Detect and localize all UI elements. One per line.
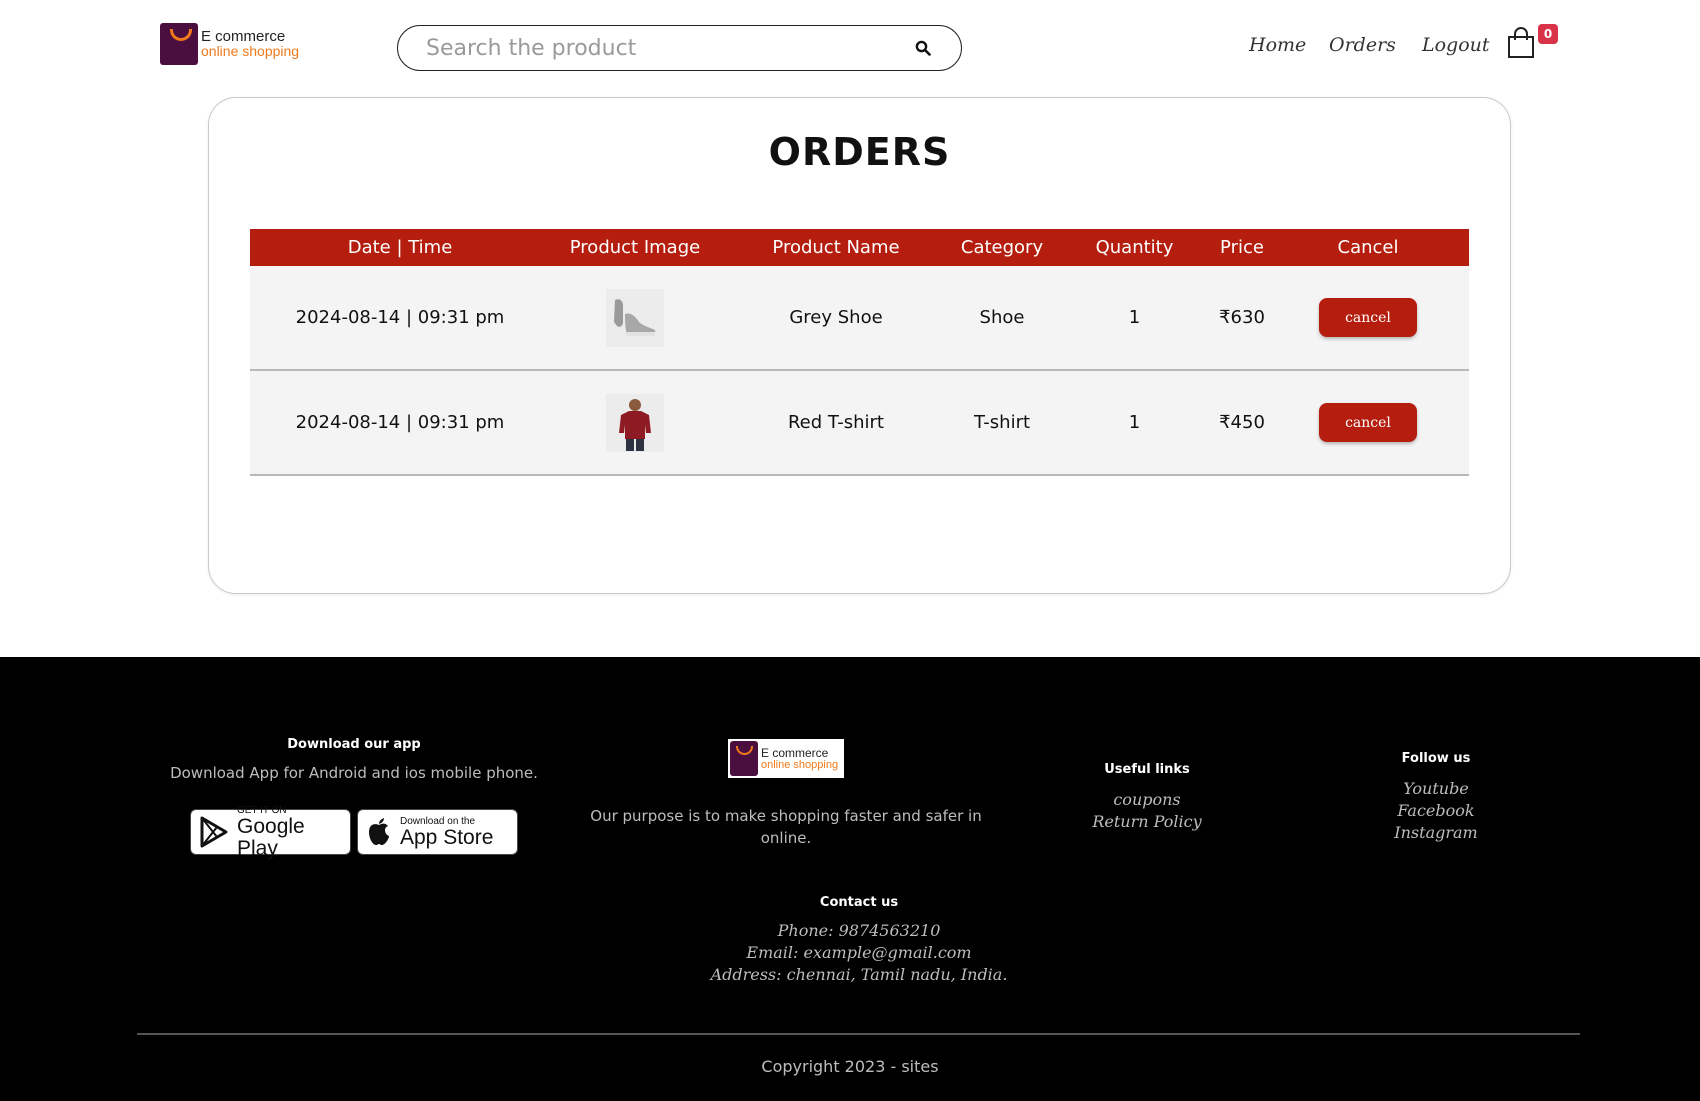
grey-shoe-thumbnail[interactable] [606, 288, 664, 347]
search-input[interactable] [426, 35, 913, 61]
nav-logout-link[interactable]: Logout [1422, 34, 1490, 56]
nav-orders-link[interactable]: Orders [1329, 34, 1396, 56]
cart-count-badge: 0 [1538, 24, 1558, 44]
table-row: 2024-08-14 | 09:31 pm Grey Shoe Shoe 1 ₹… [250, 266, 1469, 371]
product-name: Grey Shoe [789, 307, 883, 328]
product-quantity: 1 [1128, 412, 1141, 433]
contact-phone: Phone: 9874563210 [777, 921, 941, 940]
product-price: ₹450 [1219, 412, 1265, 433]
cancel-order-button[interactable]: cancel [1319, 403, 1417, 442]
column-header: Category [960, 237, 1044, 258]
orders-card: ORDERS Date | Time Product Image Product… [208, 97, 1511, 594]
product-quantity: 1 [1128, 307, 1141, 328]
column-header: Cancel [1337, 237, 1399, 258]
orders-table: Date | Time Product Image Product Name C… [250, 229, 1469, 476]
search-bar [397, 25, 962, 71]
coupons-link[interactable]: coupons [1047, 790, 1247, 809]
about-text: Our purpose is to make shopping faster a… [590, 807, 982, 847]
app-store-button[interactable]: Download on the App Store [357, 809, 518, 855]
follow-us-heading: Follow us [1401, 751, 1471, 766]
youtube-link[interactable]: Youtube [1336, 779, 1536, 798]
contact-us-heading: Contact us [819, 895, 899, 910]
footer-logo[interactable]: E commerce online shopping [728, 739, 844, 778]
google-play-small: GET IT ON [237, 804, 287, 816]
logo-line2: online shopping [761, 758, 839, 771]
column-header: Product Image [569, 237, 701, 258]
app-store-label: App Store [400, 825, 494, 849]
site-header: E commerce online shopping Home Orders L… [0, 0, 1700, 90]
return-policy-link[interactable]: Return Policy [1047, 812, 1247, 831]
cancel-order-button[interactable]: cancel [1319, 298, 1417, 337]
column-header: Product Name [772, 237, 900, 258]
facebook-link[interactable]: Facebook [1336, 801, 1536, 820]
red-tshirt-thumbnail[interactable] [606, 393, 664, 452]
app-store-small: Download on the [400, 815, 476, 827]
site-footer: Download our app Download App for Androi… [0, 657, 1700, 1101]
footer-divider [137, 1033, 1580, 1035]
product-price: ₹630 [1219, 307, 1265, 328]
shopping-bag-icon[interactable] [1506, 26, 1538, 62]
download-app-text: Download App for Android and ios mobile … [170, 764, 538, 782]
apple-icon [366, 817, 392, 847]
page-title: ORDERS [768, 130, 951, 174]
copyright-text: Copyright 2023 - sites [761, 1057, 939, 1076]
order-datetime: 2024-08-14 | 09:31 pm [295, 412, 505, 433]
nav-home-link[interactable]: Home [1249, 34, 1306, 56]
product-category: T-shirt [973, 412, 1031, 433]
logo-line1: E commerce [761, 745, 829, 760]
table-header: Date | Time Product Image Product Name C… [250, 229, 1469, 266]
column-header: Quantity [1095, 237, 1174, 258]
product-name: Red T-shirt [787, 412, 884, 433]
download-app-heading: Download our app [287, 737, 421, 752]
useful-links-heading: Useful links [1104, 762, 1190, 777]
column-header: Date | Time [347, 237, 453, 258]
google-play-icon [199, 816, 229, 848]
shopping-bag-logo-icon [730, 741, 758, 776]
instagram-link[interactable]: Instagram [1336, 823, 1536, 842]
site-logo[interactable]: E commerce online shopping [160, 22, 305, 66]
google-play-label: Google Play [237, 814, 305, 860]
order-datetime: 2024-08-14 | 09:31 pm [295, 307, 505, 328]
logo-line2: online shopping [201, 43, 300, 59]
search-icon[interactable] [913, 38, 933, 58]
column-header: Price [1220, 237, 1264, 258]
contact-address: Address: chennai, Tamil nadu, India. [710, 965, 1008, 984]
contact-email: Email: example@gmail.com [746, 943, 972, 962]
logo-line1: E commerce [201, 28, 286, 45]
table-row: 2024-08-14 | 09:31 pm Red T-shirt T-shir… [250, 371, 1469, 476]
google-play-button[interactable]: GET IT ON Google Play [190, 805, 351, 859]
product-category: Shoe [979, 307, 1025, 328]
shopping-bag-logo-icon [160, 23, 198, 65]
